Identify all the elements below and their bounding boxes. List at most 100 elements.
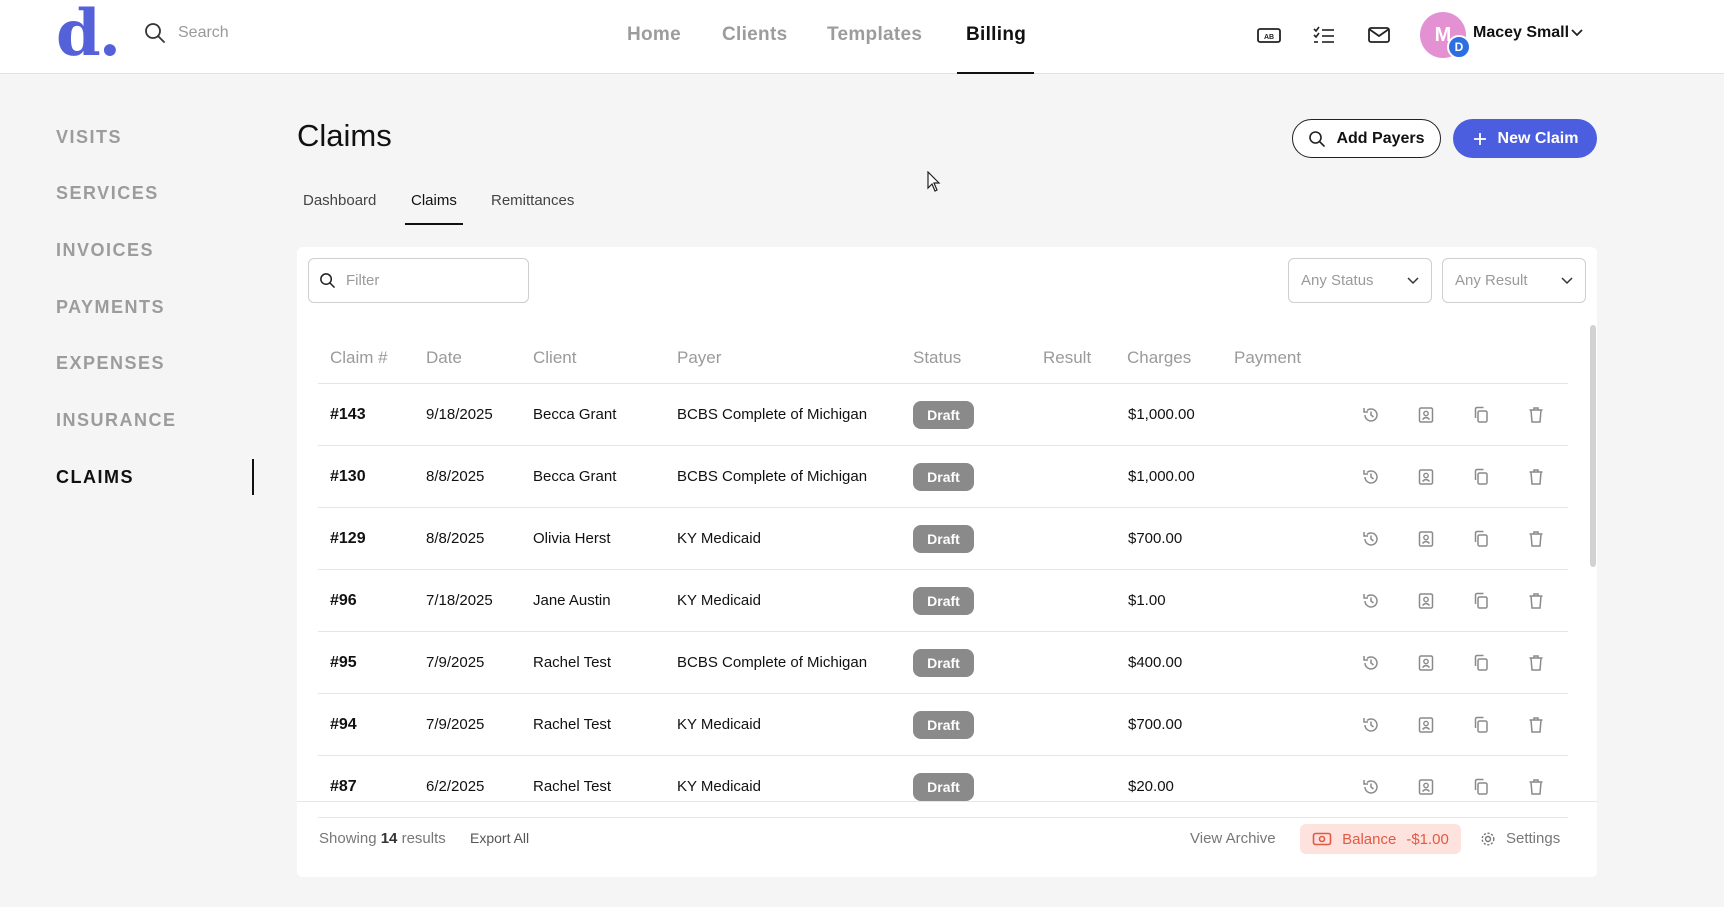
add-payers-button[interactable]: Add Payers: [1292, 119, 1441, 158]
contact-card-icon[interactable]: [1416, 529, 1436, 549]
table-row[interactable]: #129 8/8/2025 Olivia Herst KY Medicaid $700.…: [318, 508, 1568, 570]
cell-claim-number: #94: [330, 716, 357, 733]
nav-clients[interactable]: Clients: [722, 0, 787, 74]
copy-icon[interactable]: [1471, 777, 1491, 797]
results-prefix: Showing: [319, 830, 377, 847]
chevron-down-icon[interactable]: [1570, 28, 1584, 38]
copy-icon[interactable]: [1471, 467, 1491, 487]
sidebar-item-services[interactable]: SERVICES: [56, 183, 159, 204]
status-badge: Draft: [913, 773, 974, 801]
contact-card-icon[interactable]: [1416, 653, 1436, 673]
sidebar-item-expenses[interactable]: EXPENSES: [56, 353, 165, 374]
sidebar-item-invoices[interactable]: INVOICES: [56, 240, 154, 261]
cell-payer: KY Medicaid: [677, 716, 761, 733]
column-header-claim[interactable]: Claim #: [330, 348, 388, 368]
history-icon[interactable]: [1361, 777, 1381, 797]
cell-client: Rachel Test: [533, 654, 612, 671]
trash-icon[interactable]: [1526, 653, 1546, 673]
table-row[interactable]: #95 7/9/2025 Rachel Test BCBS Complete of M…: [318, 632, 1568, 694]
column-header-status[interactable]: Status: [913, 348, 961, 368]
page-title: Claims: [297, 118, 392, 153]
cell-payer: BCBS Complete of Michigan: [677, 406, 868, 423]
trash-icon[interactable]: [1526, 529, 1546, 549]
status-badge: Draft: [913, 711, 974, 739]
cell-payer: BCBS Complete of Michigan: [677, 468, 868, 485]
app-logo[interactable]: d.: [56, 2, 121, 66]
copy-icon[interactable]: [1471, 715, 1491, 735]
column-header-charges[interactable]: Charges: [1127, 348, 1191, 368]
balance-badge[interactable]: Balance -$1.00: [1300, 824, 1461, 854]
checklist-icon[interactable]: [1311, 24, 1337, 46]
trash-icon[interactable]: [1526, 715, 1546, 735]
new-claim-button[interactable]: New Claim: [1453, 119, 1597, 158]
cell-date: 7/9/2025: [426, 716, 485, 733]
cell-claim-number: #87: [330, 778, 357, 795]
contact-card-icon[interactable]: [1416, 715, 1436, 735]
status-select[interactable]: Any Status: [1288, 258, 1432, 303]
copy-icon[interactable]: [1471, 653, 1491, 673]
table-row[interactable]: #130 8/8/2025 Becca Grant BCBS Complete of …: [318, 446, 1568, 508]
sidebar-item-insurance[interactable]: INSURANCE: [56, 410, 177, 431]
ab-card-icon[interactable]: AB: [1256, 24, 1282, 46]
chevron-down-icon: [1561, 276, 1573, 284]
result-select[interactable]: Any Result: [1442, 258, 1586, 303]
column-header-client[interactable]: Client: [533, 348, 576, 368]
table-row[interactable]: #96 7/18/2025 Jane Austin KY Medicaid $1.00 D…: [318, 570, 1568, 632]
trash-icon[interactable]: [1526, 405, 1546, 425]
view-archive-link[interactable]: View Archive: [1190, 830, 1276, 847]
filter-input[interactable]: Filter: [308, 258, 529, 303]
cell-charges: $400.00: [1128, 654, 1183, 671]
copy-icon[interactable]: [1471, 591, 1491, 611]
global-search[interactable]: Search: [144, 22, 229, 44]
cell-client: Jane Austin: [533, 592, 611, 609]
nav-templates[interactable]: Templates: [827, 0, 922, 74]
column-header-payer[interactable]: Payer: [677, 348, 721, 368]
cell-date: 8/8/2025: [426, 530, 485, 547]
trash-icon[interactable]: [1526, 591, 1546, 611]
contact-card-icon[interactable]: [1416, 777, 1436, 797]
sidebar-item-visits[interactable]: VISITS: [56, 127, 122, 148]
user-name[interactable]: Macey Small: [1473, 24, 1569, 42]
export-all-link[interactable]: Export All: [470, 830, 529, 846]
cell-claim-number: #143: [330, 406, 366, 423]
tab-dashboard[interactable]: Dashboard: [303, 192, 376, 209]
trash-icon[interactable]: [1526, 777, 1546, 797]
mail-icon[interactable]: [1366, 24, 1392, 46]
history-icon[interactable]: [1361, 591, 1381, 611]
settings-link[interactable]: Settings: [1480, 830, 1560, 847]
history-icon[interactable]: [1361, 715, 1381, 735]
copy-icon[interactable]: [1471, 529, 1491, 549]
search-placeholder: Search: [178, 24, 229, 41]
table-row[interactable]: #94 7/9/2025 Rachel Test KY Medicaid $700.00…: [318, 694, 1568, 756]
tab-active-indicator: [405, 223, 463, 225]
contact-card-icon[interactable]: [1416, 591, 1436, 611]
contact-card-icon[interactable]: [1416, 467, 1436, 487]
cell-charges: $700.00: [1128, 716, 1183, 733]
history-icon[interactable]: [1361, 467, 1381, 487]
column-header-result[interactable]: Result: [1043, 348, 1091, 368]
nav-home[interactable]: Home: [627, 0, 681, 74]
sidebar-item-payments[interactable]: PAYMENTS: [56, 297, 165, 318]
column-header-payment[interactable]: Payment: [1234, 348, 1301, 368]
nav-billing[interactable]: Billing: [966, 0, 1026, 74]
tab-claims[interactable]: Claims: [411, 192, 457, 209]
top-header: d. Search Home Clients Templates Billing…: [0, 0, 1724, 74]
copy-icon[interactable]: [1471, 405, 1491, 425]
history-icon[interactable]: [1361, 405, 1381, 425]
cell-date: 6/2/2025: [426, 778, 485, 795]
table-row[interactable]: #87 6/2/2025 Rachel Test KY Medicaid $20.00 D…: [318, 756, 1568, 818]
history-icon[interactable]: [1361, 653, 1381, 673]
history-icon[interactable]: [1361, 529, 1381, 549]
column-header-date[interactable]: Date: [426, 348, 462, 368]
cell-client: Rachel Test: [533, 716, 612, 733]
table-row[interactable]: #143 9/18/2025 Becca Grant BCBS Complete of…: [318, 384, 1568, 446]
nav-active-indicator: [957, 72, 1034, 74]
table-scrollbar[interactable]: [1590, 325, 1596, 567]
trash-icon[interactable]: [1526, 467, 1546, 487]
results-count: Showing 14 results: [319, 830, 446, 847]
tab-remittances[interactable]: Remittances: [491, 192, 574, 209]
sidebar-item-claims[interactable]: CLAIMS: [56, 467, 134, 488]
settings-label: Settings: [1506, 830, 1561, 847]
contact-card-icon[interactable]: [1416, 405, 1436, 425]
status-select-value: Any Status: [1301, 272, 1374, 289]
